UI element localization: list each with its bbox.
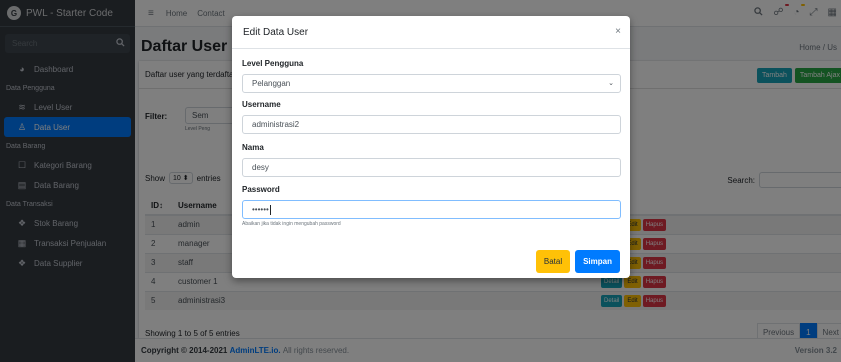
password-label: Password (242, 185, 280, 194)
username-label: Username (242, 100, 281, 109)
batal-button[interactable]: Batal (535, 250, 571, 273)
nama-form-group: Nama desy (242, 143, 621, 177)
chevron-down-icon: ⌄ (608, 80, 614, 87)
simpan-button[interactable]: Simpan (575, 250, 620, 273)
modal-header: Edit Data User (232, 16, 630, 49)
nama-label: Nama (242, 143, 264, 152)
password-help: Abaikan jika tidak ingin mengubah passwo… (242, 221, 341, 227)
level-form-group: Level Pengguna Pelanggan ⌄ (242, 59, 621, 93)
password-form-group: Password •••••• Abaikan jika tidak ingin… (242, 185, 621, 227)
modal-footer: Batal Simpan (535, 250, 620, 273)
level-value: Pelanggan (252, 79, 291, 88)
modal-title: Edit Data User (243, 26, 309, 38)
password-value: •••••• (252, 205, 269, 214)
level-label: Level Pengguna (242, 59, 304, 68)
level-select[interactable]: Pelanggan ⌄ (242, 74, 621, 93)
nama-input[interactable]: desy (242, 158, 621, 177)
text-cursor (269, 204, 271, 215)
password-input[interactable]: •••••• (242, 200, 621, 219)
username-input[interactable]: administrasi2 (242, 115, 621, 134)
close-icon[interactable]: × (615, 26, 621, 37)
edit-user-modal: Edit Data User × Level Pengguna Pelangga… (232, 16, 630, 278)
username-form-group: Username administrasi2 (242, 100, 621, 134)
